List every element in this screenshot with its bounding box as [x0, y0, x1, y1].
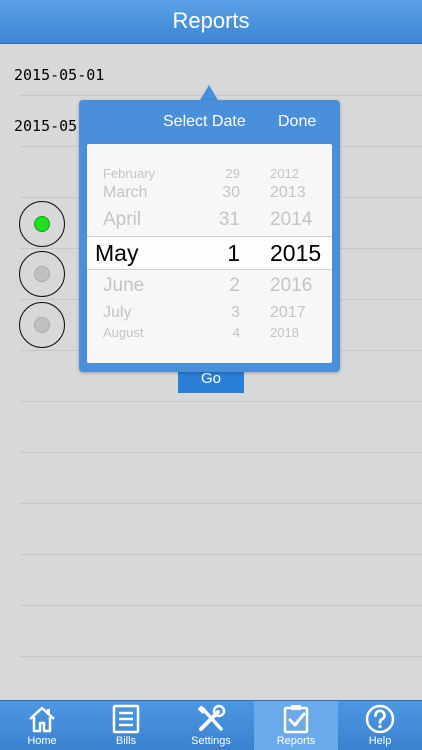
year-option[interactable]: 2017 [270, 304, 306, 322]
start-date-field[interactable]: 2015-05-01 [14, 66, 104, 84]
divider [20, 503, 422, 504]
popover-title: Select Date [163, 113, 246, 130]
day-option-selected[interactable]: 1 [200, 240, 240, 267]
date-picker-popover: Select Date Done February March April Ma… [79, 100, 340, 372]
tab-label: Bills [115, 735, 137, 747]
divider [20, 452, 422, 453]
divider [20, 95, 422, 96]
tab-label: Help [368, 735, 392, 747]
tab-home[interactable]: Home [0, 701, 84, 750]
day-option[interactable]: 30 [200, 184, 240, 202]
month-option[interactable]: March [103, 184, 147, 202]
year-option[interactable]: 2018 [270, 325, 299, 340]
page-title: Reports [172, 8, 250, 33]
year-option[interactable]: 2016 [270, 275, 312, 297]
date-picker-wheel[interactable]: February March April May June July Augus… [87, 144, 332, 363]
settings-icon [197, 704, 226, 731]
month-option[interactable]: April [103, 209, 141, 231]
tab-bills[interactable]: Bills [84, 701, 168, 750]
report-option-radio-2[interactable] [19, 251, 65, 297]
end-date-field[interactable]: 2015-05 [14, 117, 77, 135]
home-icon [29, 706, 55, 733]
divider [20, 554, 422, 555]
tab-label: Home [27, 735, 57, 747]
tab-reports[interactable]: Reports [254, 701, 338, 750]
popover-arrow [200, 85, 218, 100]
reports-icon [283, 705, 309, 734]
month-option[interactable]: June [103, 275, 144, 297]
radio-dot [34, 266, 50, 282]
month-option[interactable]: July [103, 304, 131, 322]
day-option[interactable]: 29 [200, 166, 240, 181]
day-option[interactable]: 3 [200, 304, 240, 322]
divider [20, 605, 422, 606]
nav-bar: Reports [0, 0, 422, 44]
tab-settings[interactable]: Settings [169, 701, 253, 750]
year-option-selected[interactable]: 2015 [270, 240, 321, 267]
year-option[interactable]: 2012 [270, 166, 299, 181]
year-option[interactable]: 2014 [270, 209, 312, 231]
help-icon [365, 704, 395, 734]
day-option[interactable]: 31 [200, 209, 240, 231]
done-button[interactable]: Done [278, 113, 316, 131]
divider [20, 401, 422, 402]
tab-label: Settings [191, 735, 231, 747]
month-option[interactable]: August [103, 325, 143, 340]
bills-icon [112, 704, 140, 734]
report-option-radio-1[interactable] [19, 201, 65, 247]
year-option[interactable]: 2013 [270, 184, 306, 202]
day-option[interactable]: 4 [200, 325, 240, 340]
tab-bar: Home Bills Settings Reports Help [0, 700, 422, 750]
month-option-selected[interactable]: May [95, 240, 138, 267]
radio-dot [34, 317, 50, 333]
tab-label: Reports [276, 735, 316, 747]
day-option[interactable]: 2 [200, 275, 240, 297]
month-option[interactable]: February [103, 166, 155, 181]
tab-help[interactable]: Help [338, 701, 422, 750]
report-option-radio-3[interactable] [19, 302, 65, 348]
divider [20, 656, 422, 657]
radio-dot [34, 216, 50, 232]
